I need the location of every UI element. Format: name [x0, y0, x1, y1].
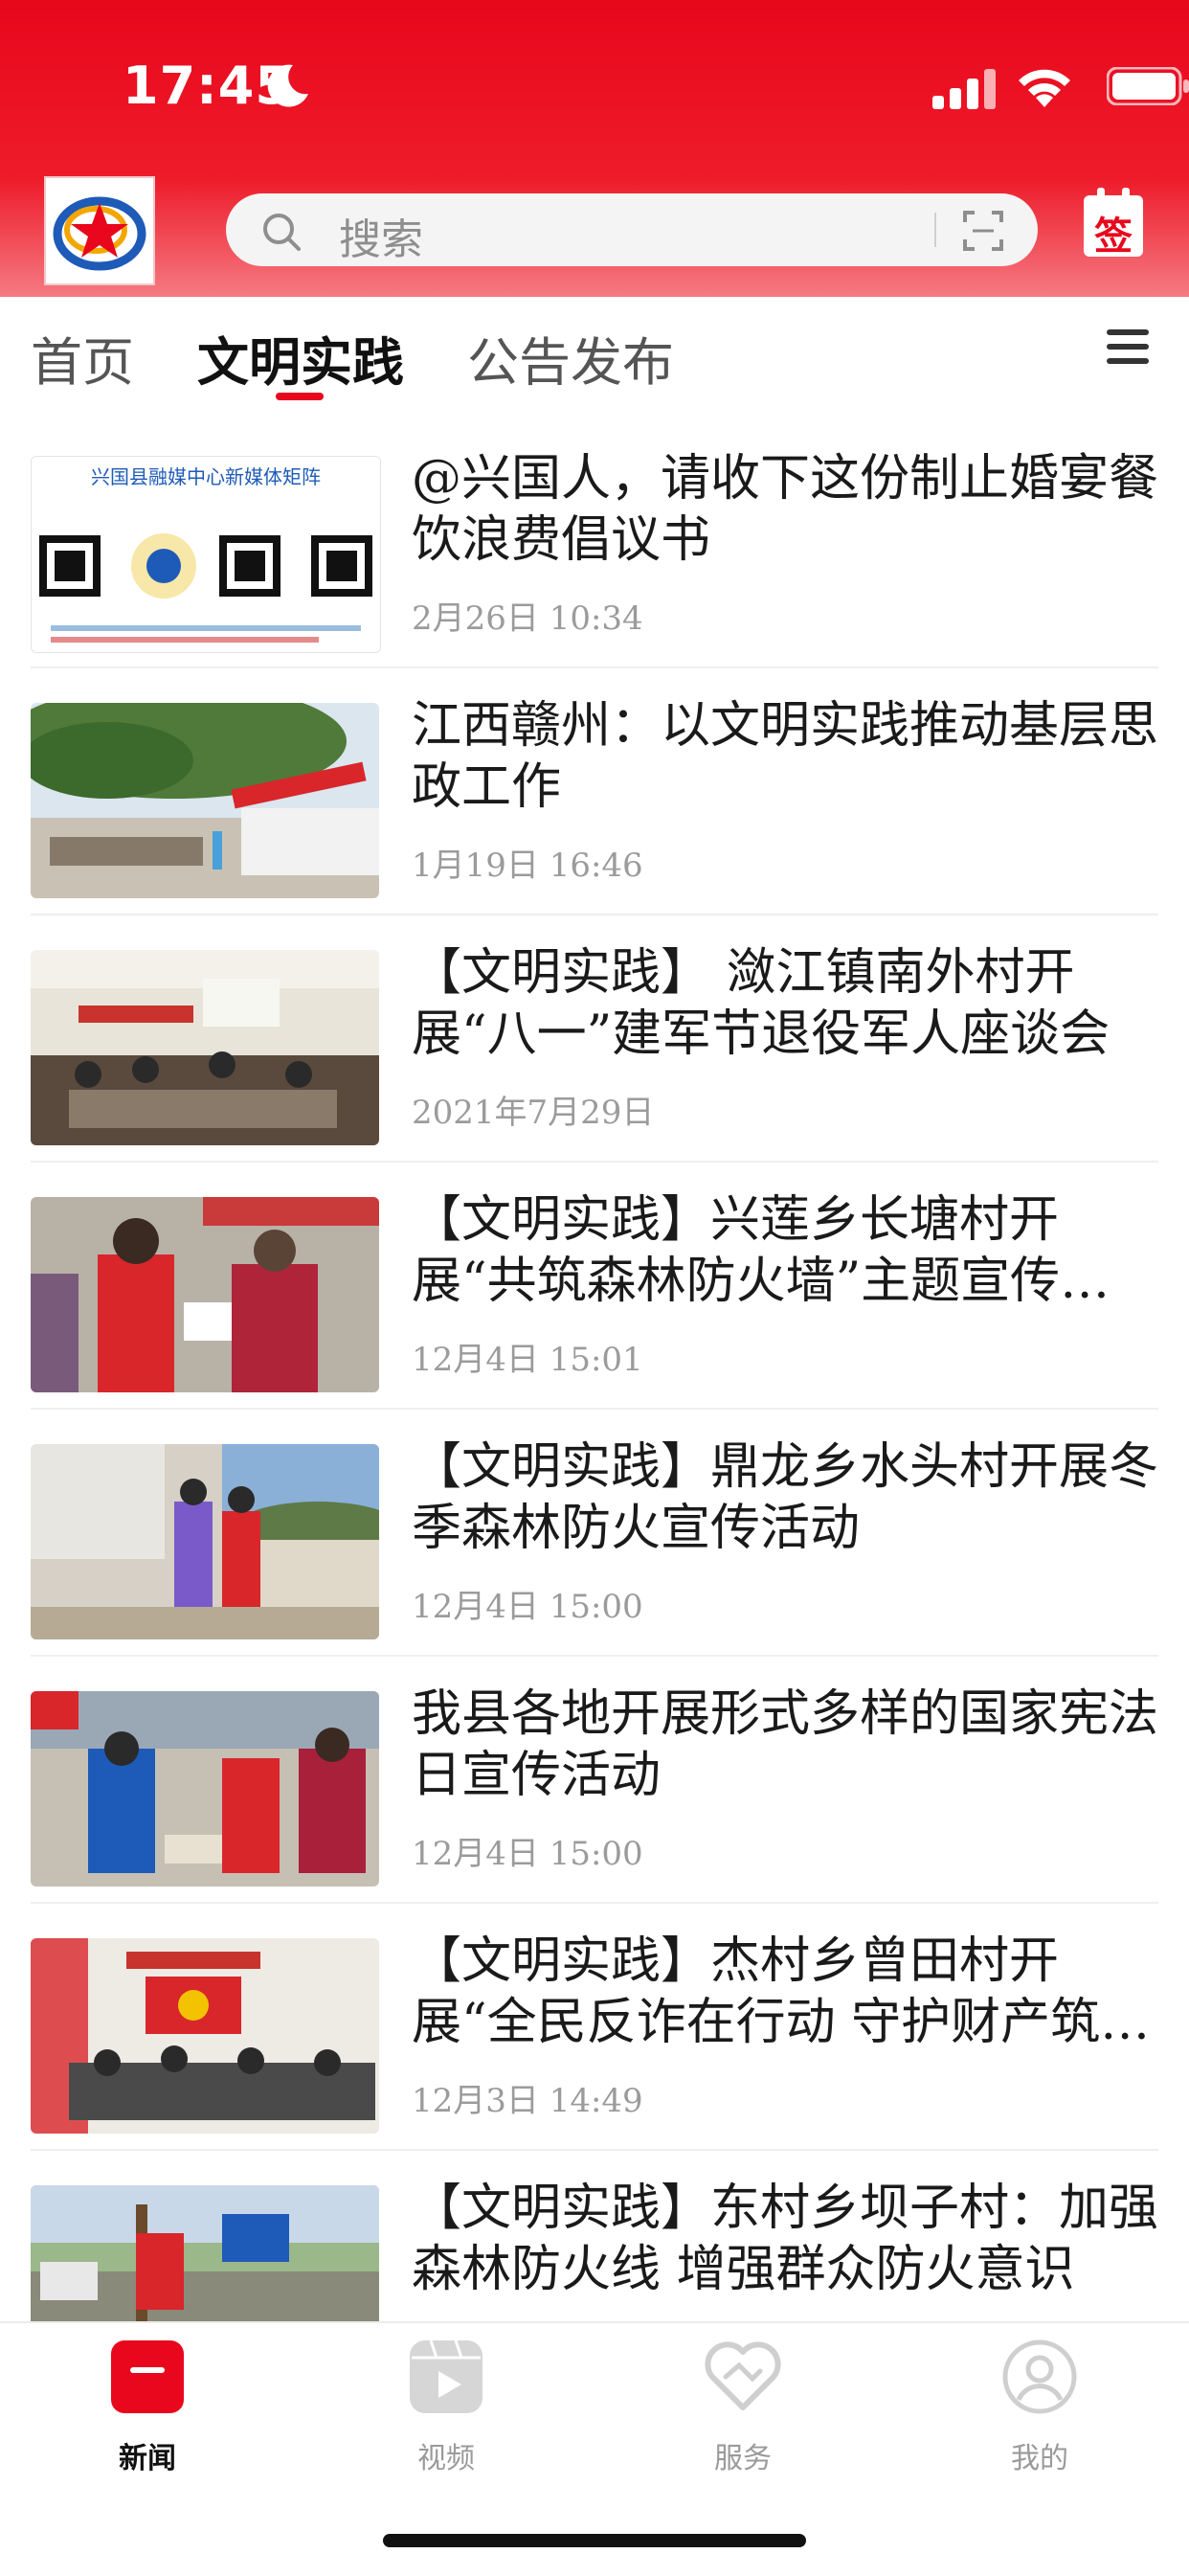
news-date: 12月4日 15:00	[412, 1588, 643, 1626]
nav-service[interactable]: 服务	[647, 2339, 839, 2475]
news-icon	[111, 2340, 184, 2413]
news-title: 我县各地开展形式多样的国家宪法日宣传活动	[412, 1685, 1158, 1804]
news-title: 【文明实践】兴莲乡长塘村开展“共筑森林防火墙”主题宣传活动	[412, 1191, 1110, 1310]
news-thumbnail	[31, 950, 379, 1145]
news-title: 【文明实践】东村乡坝子村：加强森林防火线 增强群众防火意识	[412, 2180, 1158, 2298]
nav-news-label: 新闻	[119, 2442, 176, 2475]
wifi-icon	[1019, 69, 1070, 107]
news-thumbnail	[31, 2185, 379, 2327]
tab-civilization-practice[interactable]: 文明实践	[197, 320, 404, 395]
calendar-rings-icon	[1097, 188, 1130, 201]
menu-icon[interactable]	[1105, 326, 1151, 368]
news-item[interactable]: 【文明实践】东村乡坝子村：加强森林防火线 增强群众防火意识	[0, 2151, 1189, 2327]
news-thumbnail: 兴国县融媒中心新媒体矩阵	[31, 456, 381, 653]
roadside-banner-image	[31, 2185, 379, 2327]
nav-video-label: 视频	[417, 2442, 475, 2475]
news-thumbnail	[31, 1197, 379, 1392]
news-title: @兴国人，请收下这份制止婚宴餐饮浪费倡议书	[412, 450, 1158, 569]
search-divider	[934, 213, 936, 247]
hall-lecture-image	[31, 1938, 379, 2134]
meeting-room-image	[31, 950, 379, 1145]
news-item[interactable]: 江西赣州：以文明实践推动基层思政工作 1月19日 16:46	[0, 668, 1189, 915]
home-indicator[interactable]	[383, 2534, 806, 2547]
app-header: 17:45 搜索 签	[0, 0, 1189, 297]
search-bar[interactable]: 搜索	[226, 193, 1038, 266]
logo-icon	[53, 196, 146, 271]
news-title: 江西赣州：以文明实践推动基层思政工作	[412, 697, 1158, 816]
news-item[interactable]: 【文明实践】兴莲乡长塘村开展“共筑森林防火墙”主题宣传活动 12月4日 15:0…	[0, 1163, 1189, 1410]
news-thumbnail	[31, 703, 379, 898]
profile-icon	[1002, 2339, 1077, 2414]
news-thumbnail	[31, 1691, 379, 1887]
nav-profile[interactable]: 我的	[944, 2339, 1135, 2475]
news-date: 12月4日 15:01	[412, 1341, 643, 1379]
news-item[interactable]: 【文明实践】杰村乡曾田村开展“全民反诈在行动 守护财产筑防线”活动 12月3日 …	[0, 1904, 1189, 2151]
battery-icon	[1107, 67, 1189, 105]
news-date: 1月19日 16:46	[412, 847, 643, 885]
service-icon	[705, 2341, 781, 2410]
video-icon	[410, 2339, 482, 2413]
news-item[interactable]: 【文明实践】鼎龙乡水头村开展冬季森林防火宣传活动 12月4日 15:00	[0, 1410, 1189, 1657]
nav-news[interactable]: 新闻	[52, 2339, 243, 2475]
signal-icon	[932, 69, 996, 109]
active-tab-indicator	[276, 393, 324, 400]
news-date: 12月4日 15:00	[412, 1835, 643, 1873]
qr-poster-image: 兴国县融媒中心新媒体矩阵	[32, 457, 380, 652]
outdoor-gathering-image	[31, 703, 379, 898]
news-item[interactable]: 【文明实践】 潋江镇南外村开展“八一”建军节退役军人座谈会 2021年7月29日	[0, 915, 1189, 1163]
news-thumbnail	[31, 1938, 379, 2134]
volunteers-image	[31, 1197, 379, 1392]
news-title: 【文明实践】杰村乡曾田村开展“全民反诈在行动 守护财产筑防线”活动	[412, 1932, 1151, 2051]
scan-icon[interactable]	[961, 209, 1005, 253]
tab-announcements[interactable]: 公告发布	[467, 320, 674, 395]
news-title: 【文明实践】鼎龙乡水头村开展冬季森林防火宣传活动	[412, 1438, 1158, 1557]
nav-profile-label: 我的	[1011, 2442, 1068, 2475]
nav-service-label: 服务	[714, 2442, 772, 2475]
channel-tabs: 首页 文明实践 公告发布	[0, 297, 1189, 421]
tab-home[interactable]: 首页	[31, 320, 134, 395]
sign-in-label: 签	[1094, 215, 1133, 259]
search-placeholder: 搜索	[339, 215, 423, 264]
news-thumbnail	[31, 1444, 379, 1639]
news-item[interactable]: 兴国县融媒中心新媒体矩阵 @兴国人，请收下这份制止婚宴餐饮浪费倡议书 2月26日…	[0, 421, 1189, 668]
poster-title: 兴国县融媒中心新媒体矩阵	[91, 465, 321, 488]
news-date: 2021年7月29日	[412, 1094, 655, 1132]
street-promotion-image	[31, 1691, 379, 1887]
news-item[interactable]: 我县各地开展形式多样的国家宪法日宣传活动 12月4日 15:00	[0, 1657, 1189, 1904]
news-date: 12月3日 14:49	[412, 2082, 643, 2120]
news-list: 兴国县融媒中心新媒体矩阵 @兴国人，请收下这份制止婚宴餐饮浪费倡议书 2月26日…	[0, 421, 1189, 2327]
app-logo[interactable]	[44, 176, 155, 285]
news-date: 2月26日 10:34	[412, 599, 643, 638]
village-visit-image	[31, 1444, 379, 1639]
search-icon	[263, 214, 301, 251]
nav-video[interactable]: 视频	[350, 2339, 542, 2475]
news-title: 【文明实践】 潋江镇南外村开展“八一”建军节退役军人座谈会	[412, 944, 1110, 1063]
moon-icon	[267, 64, 308, 107]
sign-in-button[interactable]: 签	[1084, 188, 1143, 259]
